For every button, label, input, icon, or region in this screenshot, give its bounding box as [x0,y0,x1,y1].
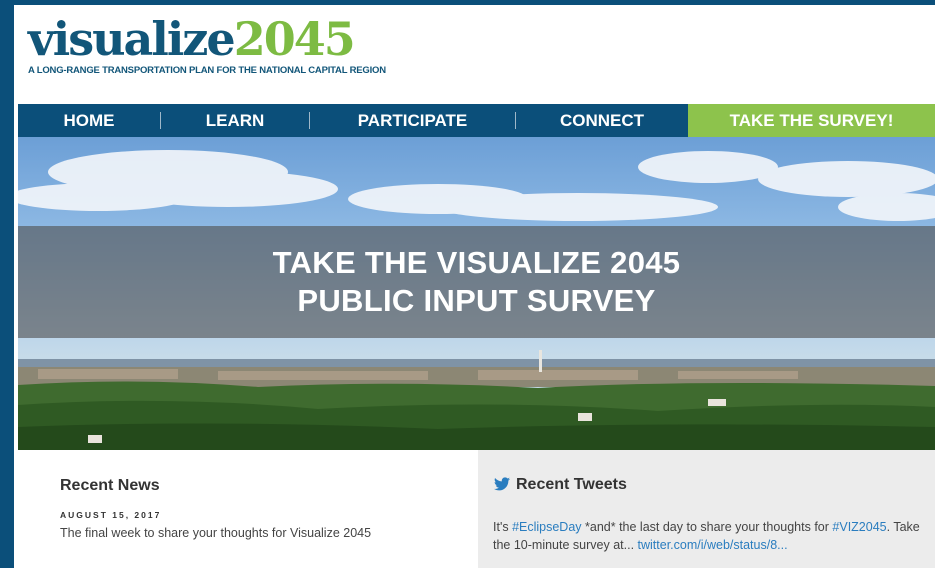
hashtag-viz2045-link[interactable]: #VIZ2045 [832,520,886,534]
nav-take-survey-button[interactable]: TAKE THE SURVEY! [688,104,935,137]
hashtag-eclipseday-link[interactable]: #EclipseDay [512,520,581,534]
news-date: AUGUST 15, 2017 [60,510,162,520]
recent-news-panel: Recent News AUGUST 15, 2017 The final we… [18,450,478,568]
nav-home[interactable]: HOME [18,104,160,137]
hero-title-line1: TAKE THE VISUALIZE 2045 [272,245,681,280]
hero-title-line2: PUBLIC INPUT SURVEY [297,283,656,318]
tweet-text-part: It's [493,520,513,534]
logo-word-2045: 2045 [233,12,356,66]
recent-tweets-panel: Recent Tweets It's #EclipseDay *and* the… [478,450,935,568]
tweet-text-part: *and* the last day to share your thought… [581,520,833,534]
hero-banner: TAKE THE VISUALIZE 2045 PUBLIC INPUT SUR… [18,226,935,338]
site-logo[interactable]: visualize2045 A LONG-RANGE TRANSPORTATIO… [28,15,386,76]
twitter-icon [494,477,510,491]
news-item-link[interactable]: The final week to share your thoughts fo… [60,526,371,540]
logo-tagline: A LONG-RANGE TRANSPORTATION PLAN FOR THE… [28,65,386,76]
tweet-text: It's #EclipseDay *and* the last day to s… [493,518,928,554]
hero-image[interactable]: TAKE THE VISUALIZE 2045 PUBLIC INPUT SUR… [18,137,935,450]
logo-wordmark: visualize2045 [28,15,386,63]
nav-participate[interactable]: PARTICIPATE [310,104,515,137]
main-nav: HOME LEARN PARTICIPATE CONNECT TAKE THE … [18,104,935,137]
tweet-status-link[interactable]: twitter.com/i/web/status/8... [638,538,788,552]
nav-connect[interactable]: CONNECT [516,104,688,137]
recent-news-heading: Recent News [60,477,160,494]
nav-learn[interactable]: LEARN [161,104,309,137]
recent-tweets-heading: Recent Tweets [516,476,627,493]
logo-word-visualize: visualize [28,12,236,66]
